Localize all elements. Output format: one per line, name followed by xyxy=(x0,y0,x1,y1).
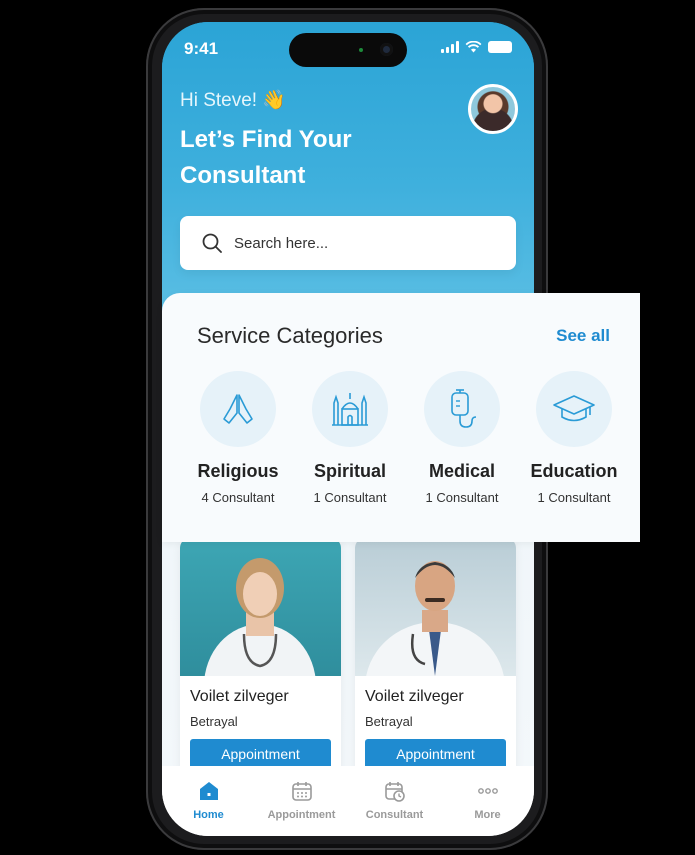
category-name: Education xyxy=(530,461,618,481)
mosque-icon xyxy=(332,393,368,426)
consultant-list: Voilet zilveger Betrayal Appointment Voi… xyxy=(162,538,534,778)
category-icon-circle xyxy=(536,371,612,447)
category-medical[interactable]: Medical 1 Consultant xyxy=(406,371,518,505)
consultant-photo xyxy=(180,538,341,676)
tab-home[interactable]: Home xyxy=(169,780,249,821)
search-icon xyxy=(202,233,222,253)
category-icon-circle xyxy=(200,371,276,447)
praying-hands-icon xyxy=(223,394,253,424)
consultant-card[interactable]: Voilet zilveger Betrayal Appointment xyxy=(355,538,516,778)
category-count: 1 Consultant xyxy=(313,490,387,505)
category-spiritual[interactable]: Spiritual 1 Consultant xyxy=(294,371,406,505)
camera-icon xyxy=(380,43,393,56)
battery-icon xyxy=(488,41,512,53)
category-name: Spiritual xyxy=(313,461,386,481)
greeting-text: Hi Steve! 👋 xyxy=(180,90,287,111)
category-count: 1 Consultant xyxy=(425,490,499,505)
bottom-tab-bar: Home Appointment Consultant More xyxy=(162,766,534,836)
search-input[interactable] xyxy=(234,234,494,252)
iv-drip-icon xyxy=(451,389,477,428)
signal-icon xyxy=(441,41,459,53)
status-icons xyxy=(441,41,512,53)
category-name: Religious xyxy=(197,461,279,481)
category-count: 1 Consultant xyxy=(537,490,611,505)
tab-label: Home xyxy=(193,809,224,821)
appointment-button[interactable]: Appointment xyxy=(365,739,506,769)
search-bar[interactable] xyxy=(180,216,516,270)
category-icon-circle xyxy=(424,371,500,447)
tab-label: Appointment xyxy=(267,809,336,821)
tab-appointment[interactable]: Appointment xyxy=(262,780,342,821)
category-list: Religious 4 Consultant Spiritual 1 Consu… xyxy=(182,371,630,505)
avatar[interactable] xyxy=(468,84,518,134)
dynamic-island xyxy=(289,33,407,67)
consultant-card[interactable]: Voilet zilveger Betrayal Appointment xyxy=(180,538,341,778)
tab-label: Consultant xyxy=(365,809,424,821)
calendar-icon xyxy=(291,782,312,801)
home-icon xyxy=(199,782,218,800)
consultant-subtitle: Betrayal xyxy=(190,714,238,729)
tab-consultant[interactable]: Consultant xyxy=(355,780,435,821)
category-name: Medical xyxy=(428,461,496,481)
tab-label: More xyxy=(474,809,501,821)
indicator-dot xyxy=(359,48,363,52)
status-time: 9:41 xyxy=(184,39,219,58)
status-bar: 9:41 xyxy=(162,33,534,67)
page-title: Let’s Find Your Consultant xyxy=(180,126,352,189)
section-title: Service Categories xyxy=(197,323,383,348)
consultant-name: Voilet zilveger xyxy=(365,688,464,705)
wifi-icon xyxy=(465,41,482,53)
category-education[interactable]: Education 1 Consultant xyxy=(518,371,630,505)
see-all-link[interactable]: See all xyxy=(556,326,610,346)
appointment-button[interactable]: Appointment xyxy=(190,739,331,769)
graduation-cap-icon xyxy=(553,395,595,422)
calendar-clock-icon xyxy=(384,782,405,802)
service-categories-panel: Service Categories See all Religious 4 C… xyxy=(162,293,640,542)
consultant-subtitle: Betrayal xyxy=(365,714,413,729)
category-icon-circle xyxy=(312,371,388,447)
more-dots-icon xyxy=(477,788,498,794)
category-religious[interactable]: Religious 4 Consultant xyxy=(182,371,294,505)
tab-more[interactable]: More xyxy=(448,780,528,821)
consultant-photo xyxy=(355,538,516,676)
consultant-name: Voilet zilveger xyxy=(190,688,289,705)
category-count: 4 Consultant xyxy=(201,490,275,505)
